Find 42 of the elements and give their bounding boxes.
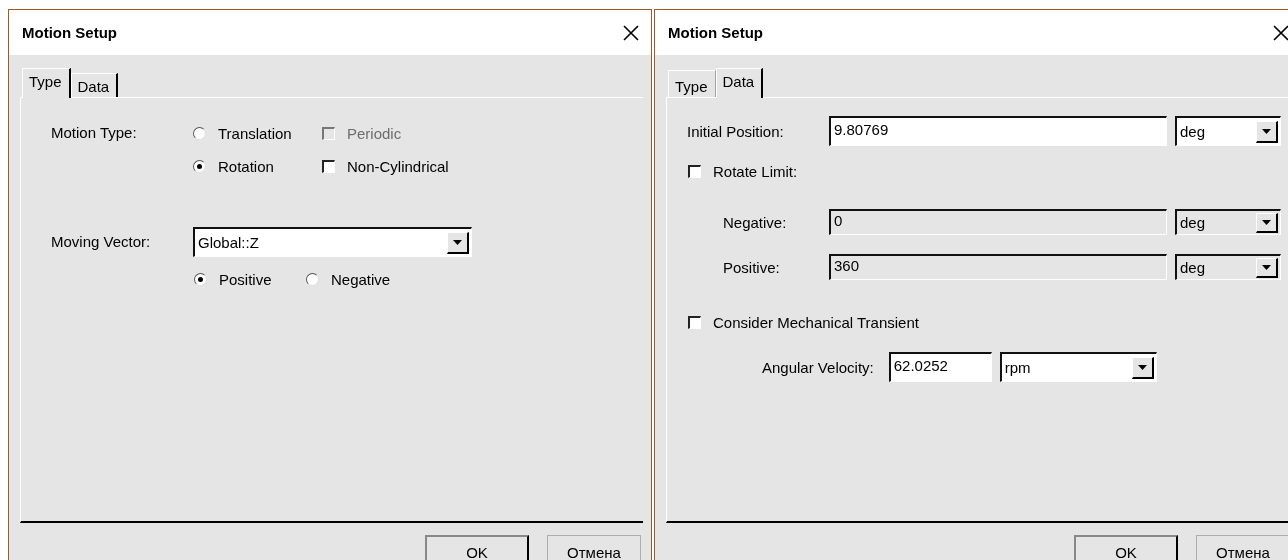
input-field[interactable]: 9.80769 bbox=[829, 116, 1167, 146]
field-label: Moving Vector: bbox=[51, 232, 152, 252]
field-label: Negative: bbox=[722, 213, 788, 231]
window-title: Motion Setup bbox=[668, 24, 763, 41]
cancel-button[interactable]: Отмена bbox=[1196, 535, 1288, 560]
window-title: Motion Setup bbox=[22, 24, 117, 41]
radio-label[interactable]: Positive bbox=[219, 270, 272, 288]
tab[interactable]: Type bbox=[22, 68, 71, 98]
checkbox-label[interactable]: Consider Mechanical Transient bbox=[713, 313, 919, 331]
radio-label[interactable]: Negative bbox=[331, 270, 391, 288]
tab[interactable]: Data bbox=[715, 68, 764, 98]
checkbox[interactable] bbox=[688, 315, 701, 329]
checkbox-label[interactable]: Rotate Limit: bbox=[713, 162, 798, 180]
caret-icon bbox=[1137, 364, 1147, 370]
close-icon[interactable] bbox=[1273, 24, 1288, 41]
caret-icon bbox=[1262, 128, 1271, 134]
cancel-button[interactable]: Отмена bbox=[547, 535, 641, 560]
field-label: Motion Type: bbox=[51, 123, 138, 143]
ok-button[interactable]: OK bbox=[425, 535, 529, 560]
checkbox[interactable] bbox=[688, 164, 701, 178]
checkbox-label[interactable]: Non-Cylindrical bbox=[347, 157, 449, 175]
caret-icon bbox=[1262, 219, 1271, 225]
tab[interactable]: Type bbox=[668, 70, 716, 97]
dropdown[interactable]: rpm bbox=[999, 352, 1157, 382]
dropdown[interactable]: deg bbox=[1175, 116, 1281, 146]
caret-icon bbox=[453, 239, 462, 245]
field-label: Positive: bbox=[722, 258, 781, 276]
radio-button[interactable] bbox=[193, 126, 206, 140]
radio-button[interactable] bbox=[193, 159, 206, 173]
field-label: Initial Position: bbox=[687, 122, 785, 140]
dropdown[interactable]: Global::Z bbox=[193, 227, 472, 257]
close-icon[interactable] bbox=[623, 24, 639, 41]
field-label: Angular Velocity: bbox=[762, 358, 874, 376]
input-field[interactable]: 62.0252 bbox=[888, 352, 992, 382]
tab[interactable]: Data bbox=[70, 73, 119, 97]
radio-button[interactable] bbox=[306, 272, 319, 286]
radio-label[interactable]: Rotation bbox=[218, 157, 274, 175]
ok-button[interactable]: OK bbox=[1074, 535, 1178, 560]
radio-label[interactable]: Translation bbox=[218, 124, 292, 142]
caret-icon bbox=[1262, 264, 1271, 270]
checkbox[interactable] bbox=[322, 159, 335, 173]
radio-button[interactable] bbox=[194, 272, 207, 286]
